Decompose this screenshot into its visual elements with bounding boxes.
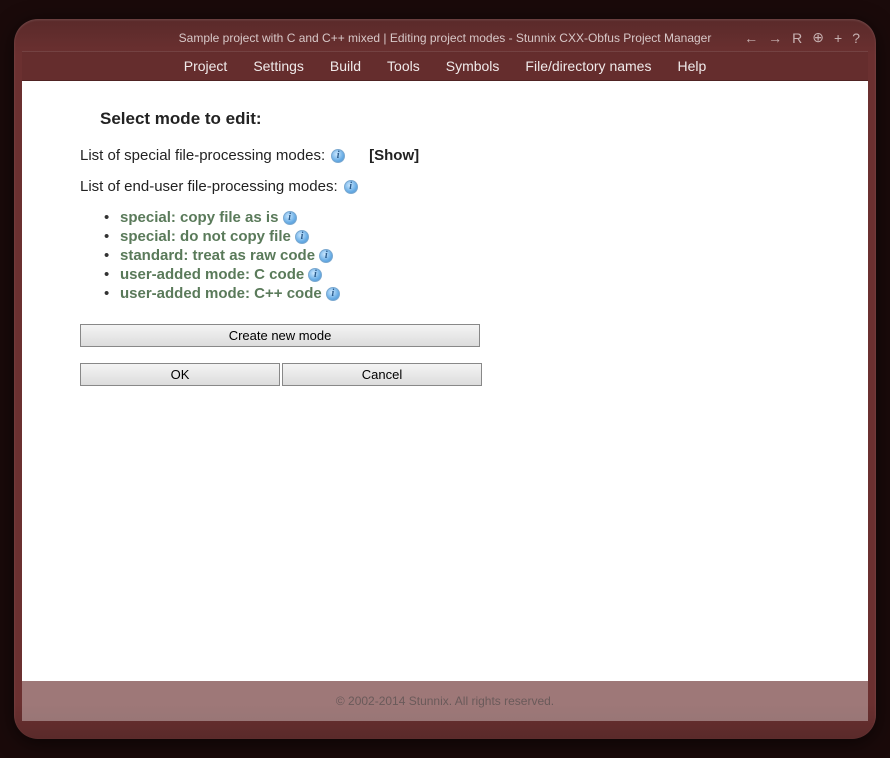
info-icon[interactable]: i — [295, 230, 309, 244]
menu-tools[interactable]: Tools — [385, 54, 422, 78]
page-heading: Select mode to edit: — [100, 109, 810, 129]
mode-list: special: copy file as is i special: do n… — [80, 209, 810, 302]
list-item: standard: treat as raw code i — [108, 247, 810, 264]
copyright-text: © 2002-2014 Stunnix. All rights reserved… — [336, 694, 554, 708]
mode-link-raw-code[interactable]: standard: treat as raw code — [120, 247, 315, 264]
list-item: user-added mode: C++ code i — [108, 285, 810, 302]
info-icon[interactable]: i — [319, 249, 333, 263]
enduser-modes-row: List of end-user file-processing modes: … — [80, 178, 810, 195]
menubar: Project Settings Build Tools Symbols Fil… — [22, 51, 868, 81]
titlebar: Sample project with C and C++ mixed | Ed… — [22, 27, 868, 49]
zoom-icon[interactable]: ⊕ — [812, 29, 824, 46]
list-item: special: copy file as is i — [108, 209, 810, 226]
info-icon[interactable]: i — [326, 287, 340, 301]
menu-symbols[interactable]: Symbols — [444, 54, 502, 78]
footer: © 2002-2014 Stunnix. All rights reserved… — [22, 681, 868, 721]
mode-link-do-not-copy[interactable]: special: do not copy file — [120, 228, 291, 245]
menu-build[interactable]: Build — [328, 54, 363, 78]
mode-link-c-code[interactable]: user-added mode: C code — [120, 266, 304, 283]
show-toggle[interactable]: [Show] — [369, 147, 419, 164]
list-item: user-added mode: C code i — [108, 266, 810, 283]
forward-icon[interactable]: → — [768, 30, 782, 46]
info-icon[interactable]: i — [283, 211, 297, 225]
help-icon[interactable]: ? — [852, 30, 860, 46]
menu-file-directory-names[interactable]: File/directory names — [523, 54, 653, 78]
enduser-modes-label: List of end-user file-processing modes: — [80, 178, 338, 195]
titlebar-controls: ← → R ⊕ + ? — [744, 29, 860, 46]
info-icon[interactable]: i — [308, 268, 322, 282]
menu-project[interactable]: Project — [182, 54, 230, 78]
create-new-mode-button[interactable]: Create new mode — [80, 324, 480, 347]
cancel-button[interactable]: Cancel — [282, 363, 482, 386]
mode-link-cpp-code[interactable]: user-added mode: C++ code — [120, 285, 322, 302]
list-item: special: do not copy file i — [108, 228, 810, 245]
app-window: Sample project with C and C++ mixed | Ed… — [14, 19, 876, 739]
back-icon[interactable]: ← — [744, 30, 758, 46]
special-modes-row: List of special file-processing modes: i… — [80, 147, 810, 164]
add-icon[interactable]: + — [834, 30, 842, 46]
content-area: Select mode to edit: List of special fil… — [22, 81, 868, 681]
special-modes-label: List of special file-processing modes: — [80, 147, 325, 164]
mode-link-copy-as-is[interactable]: special: copy file as is — [120, 209, 278, 226]
menu-settings[interactable]: Settings — [251, 54, 306, 78]
menu-help[interactable]: Help — [675, 54, 708, 78]
info-icon[interactable]: i — [344, 180, 358, 194]
ok-button[interactable]: OK — [80, 363, 280, 386]
reload-icon[interactable]: R — [792, 30, 802, 46]
dialog-buttons: OK Cancel — [80, 363, 810, 386]
window-title: Sample project with C and C++ mixed | Ed… — [30, 31, 860, 45]
info-icon[interactable]: i — [331, 149, 345, 163]
